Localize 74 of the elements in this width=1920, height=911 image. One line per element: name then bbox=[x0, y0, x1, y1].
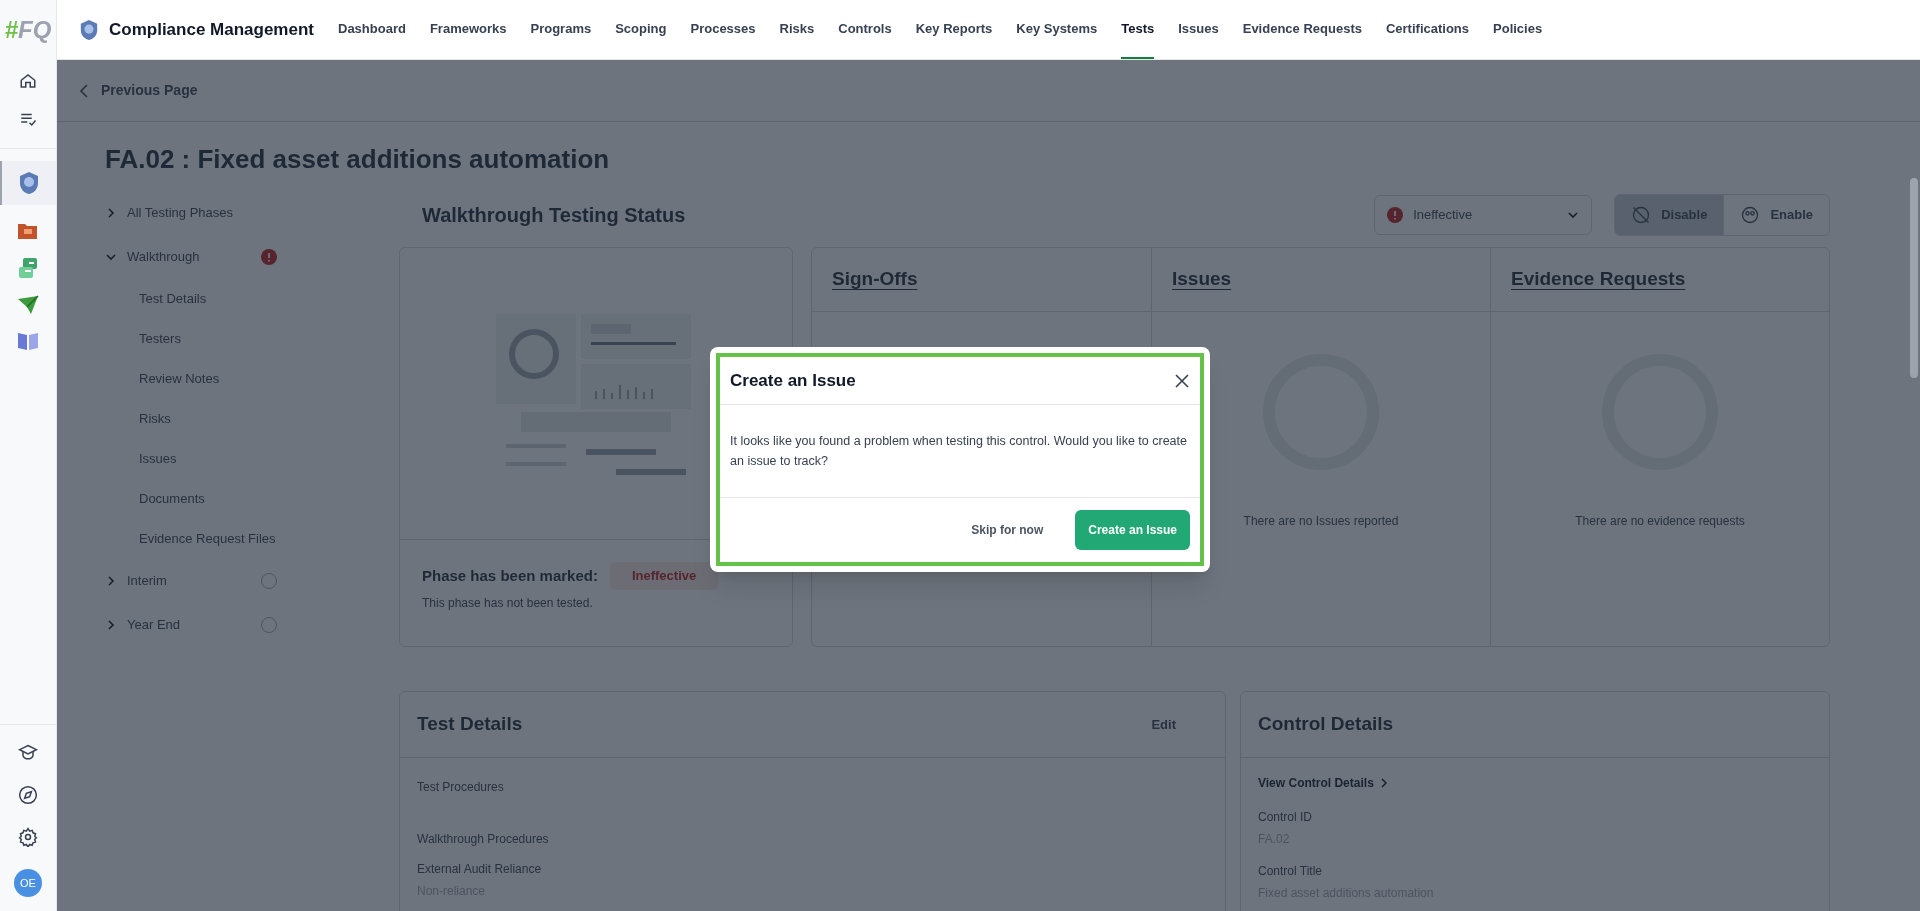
chevron-right-icon[interactable] bbox=[105, 619, 117, 631]
app-title: Compliance Management bbox=[109, 18, 314, 41]
card-title: Test Details bbox=[417, 712, 524, 737]
status-select[interactable]: Ineffective bbox=[1374, 195, 1593, 235]
phase-subitem[interactable]: Testers bbox=[105, 319, 371, 359]
nav-tab[interactable]: Programs bbox=[530, 0, 592, 59]
compass-icon[interactable] bbox=[18, 785, 38, 805]
chevron-right-icon bbox=[1379, 778, 1388, 788]
chevron-right-icon[interactable] bbox=[105, 207, 117, 219]
shield-icon[interactable] bbox=[18, 171, 40, 195]
home-icon[interactable] bbox=[19, 72, 37, 90]
nav-tab[interactable]: Evidence Requests bbox=[1242, 0, 1362, 59]
phase-item[interactable]: Year End bbox=[127, 615, 261, 635]
card-title: Control Details bbox=[1258, 712, 1394, 737]
previous-page-link[interactable]: Previous Page bbox=[101, 80, 198, 101]
create-issue-button[interactable]: Create an Issue bbox=[1075, 510, 1190, 550]
phase-subitem[interactable]: Test Details bbox=[105, 279, 371, 319]
disabled-icon bbox=[1631, 205, 1652, 225]
nav-tab[interactable]: Key Reports bbox=[915, 0, 993, 59]
field-label: Test Procedures bbox=[417, 779, 505, 796]
error-icon bbox=[1387, 207, 1404, 223]
phase-item[interactable]: All Testing Phases bbox=[127, 203, 261, 223]
phase-subitem[interactable]: Risks bbox=[105, 399, 371, 439]
nav-tab[interactable]: Frameworks bbox=[429, 0, 507, 59]
panel-title-link[interactable]: Issues bbox=[1172, 265, 1232, 294]
edit-link[interactable]: Edit bbox=[1151, 714, 1176, 735]
field-label: External Audit Reliance bbox=[417, 861, 543, 878]
panel-title-link[interactable]: Evidence Requests bbox=[1511, 265, 1686, 294]
field-label: Control ID bbox=[1258, 809, 1314, 826]
shield-icon bbox=[79, 18, 99, 41]
nav-tab[interactable]: Scoping bbox=[615, 0, 667, 59]
empty-message: There are no evidence requests bbox=[1575, 513, 1745, 530]
phase-subitem[interactable]: Review Notes bbox=[105, 359, 371, 399]
status-badge: Ineffective bbox=[609, 562, 719, 590]
caret-icon bbox=[1567, 209, 1580, 221]
chevron-right-icon[interactable] bbox=[105, 575, 117, 587]
phase-item[interactable]: Walkthrough bbox=[127, 247, 261, 267]
phase-item[interactable]: Interim bbox=[127, 571, 261, 591]
phase-note: This phase has not been tested. bbox=[422, 594, 594, 612]
app-logo: #FQ bbox=[4, 15, 52, 45]
back-chevron-icon[interactable] bbox=[79, 82, 89, 99]
swap-documents-icon[interactable] bbox=[17, 257, 39, 279]
panel-title-link[interactable]: Sign-Offs bbox=[832, 265, 918, 294]
marked-label: Phase has been marked: bbox=[422, 565, 598, 586]
empty-message: There are no Issues reported bbox=[1243, 513, 1399, 530]
graduation-cap-icon[interactable] bbox=[18, 743, 38, 763]
nav-tab[interactable]: Dashboard bbox=[338, 0, 406, 59]
paper-plane-icon[interactable] bbox=[17, 295, 39, 315]
section-title: Walkthrough Testing Status bbox=[422, 203, 686, 228]
scrollbar[interactable] bbox=[1910, 178, 1918, 378]
settings-icon[interactable] bbox=[18, 827, 38, 847]
nav-tab[interactable]: Processes bbox=[690, 0, 756, 59]
field-label: Control Title bbox=[1258, 863, 1324, 880]
page-title: FA.02 : Fixed asset additions automation bbox=[104, 143, 611, 176]
view-details-link[interactable]: View Control Details bbox=[1258, 774, 1812, 792]
nav-tab[interactable]: Issues bbox=[1178, 0, 1219, 59]
nav-tab[interactable]: Key Systems bbox=[1016, 0, 1098, 59]
nav-tab[interactable]: Policies bbox=[1493, 0, 1543, 59]
folder-icon[interactable] bbox=[17, 221, 39, 241]
phase-subitem[interactable]: Documents bbox=[105, 479, 371, 519]
toggle-button[interactable]: Enable bbox=[1723, 195, 1829, 235]
nav-tab[interactable]: Certifications bbox=[1385, 0, 1469, 59]
field-label: Walkthrough Procedures bbox=[417, 831, 550, 848]
open-book-icon[interactable] bbox=[17, 331, 39, 351]
face-icon bbox=[1740, 205, 1761, 225]
phase-subitem[interactable]: Issues bbox=[105, 439, 371, 479]
modal-message: It looks like you found a problem when testing this control. Would you like to create an issue to track? bbox=[730, 433, 1188, 470]
nav-tab[interactable]: Controls bbox=[838, 0, 892, 59]
phase-subitem[interactable]: Evidence Request Files bbox=[105, 519, 371, 559]
user-avatar[interactable]: OE bbox=[14, 869, 42, 897]
nav-tab[interactable]: Risks bbox=[779, 0, 815, 59]
close-icon[interactable] bbox=[1174, 372, 1190, 389]
modal-title: Create an Issue bbox=[730, 369, 857, 392]
chevron-down-icon[interactable] bbox=[105, 251, 117, 263]
